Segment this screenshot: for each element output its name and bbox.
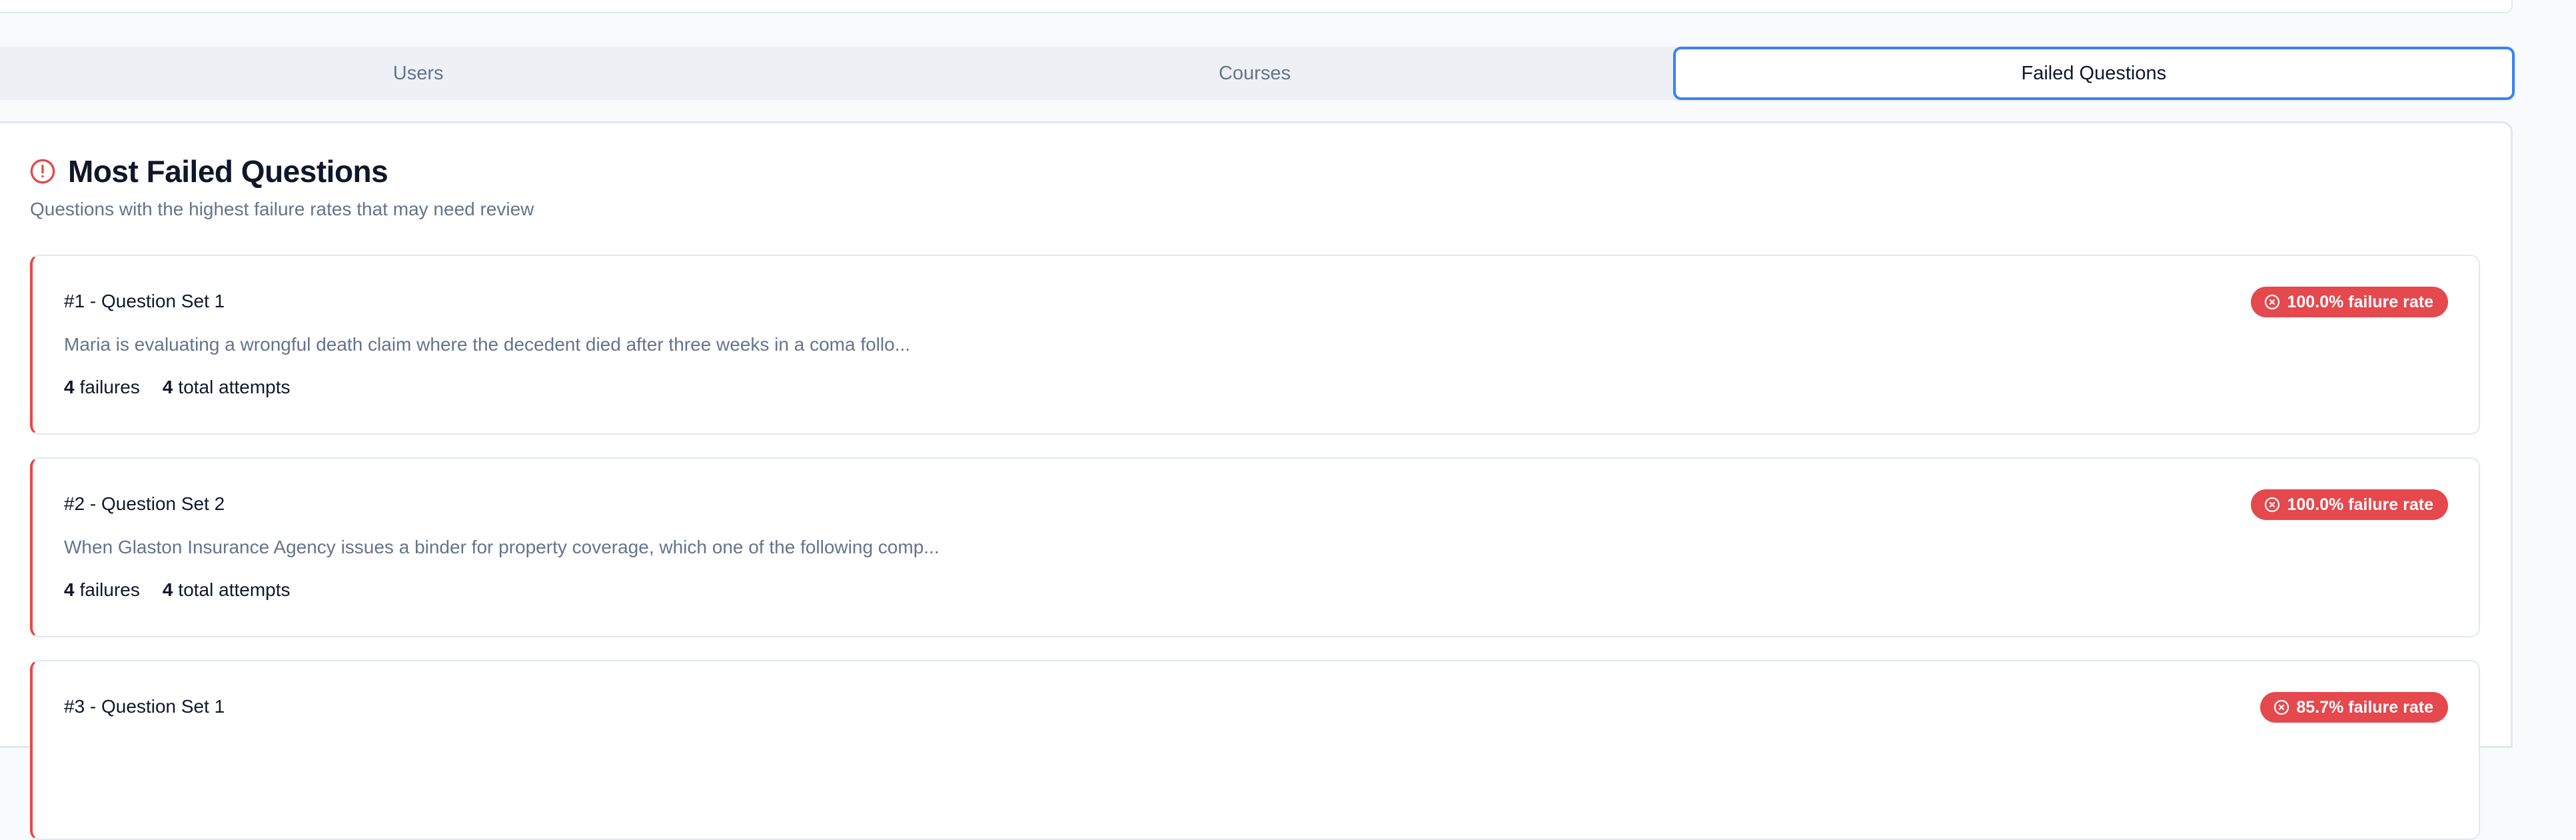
question-stats: 4 failures 4 total attempts (64, 579, 291, 601)
failures-stat: 4 failures (64, 377, 140, 398)
failure-rate-text: 85.7% failure rate (2296, 697, 2433, 717)
failed-question-card[interactable]: #3 - Question Set 1 85.7% failure rate (30, 660, 2480, 840)
failures-label: failures (79, 579, 140, 600)
failures-label: failures (79, 377, 140, 397)
question-title: #1 - Question Set 1 (64, 291, 225, 311)
failed-questions-panel: Most Failed Questions Questions with the… (0, 121, 2513, 840)
tab-courses[interactable]: Courses (836, 47, 1672, 100)
x-circle-icon (2273, 699, 2289, 715)
failure-rate-badge: 100.0% failure rate (2251, 287, 2448, 317)
failed-question-card[interactable]: #1 - Question Set 1 100.0% failure rate … (30, 255, 2480, 435)
tab-failed-questions[interactable]: Failed Questions (1672, 47, 2515, 100)
attempts-stat: 4 total attempts (163, 377, 291, 398)
failure-rate-badge: 100.0% failure rate (2251, 489, 2448, 520)
alert-circle-icon (29, 158, 56, 185)
failures-count: 4 (64, 579, 75, 600)
question-text: When Glaston Insurance Agency issues a b… (64, 537, 940, 557)
panel-subtitle: Questions with the highest failure rates… (30, 199, 534, 219)
attempts-count: 4 (162, 579, 173, 600)
question-title: #3 - Question Set 1 (64, 696, 225, 717)
attempts-label: total attempts (178, 579, 291, 600)
question-text: Maria is evaluating a wrongful death cla… (64, 334, 911, 355)
tab-users[interactable]: Users (0, 47, 836, 100)
attempts-stat: 4 total attempts (163, 579, 291, 601)
panel-header: Most Failed Questions (29, 153, 388, 189)
failures-count: 4 (64, 377, 75, 397)
dashboard-tabs: Users Courses Failed Questions (0, 47, 2515, 100)
question-title: #2 - Question Set 2 (64, 493, 225, 514)
attempts-label: total attempts (178, 377, 291, 397)
failure-rate-text: 100.0% failure rate (2287, 292, 2433, 311)
question-stats: 4 failures 4 total attempts (64, 377, 291, 398)
failed-question-card[interactable]: #2 - Question Set 2 100.0% failure rate … (30, 457, 2480, 637)
x-circle-icon (2264, 294, 2280, 310)
failures-stat: 4 failures (64, 579, 140, 601)
failure-rate-badge: 85.7% failure rate (2260, 692, 2448, 723)
top-summary-card (0, 0, 2513, 13)
attempts-count: 4 (162, 377, 173, 397)
failure-rate-text: 100.0% failure rate (2287, 495, 2433, 514)
panel-title: Most Failed Questions (68, 154, 388, 189)
x-circle-icon (2264, 497, 2280, 513)
